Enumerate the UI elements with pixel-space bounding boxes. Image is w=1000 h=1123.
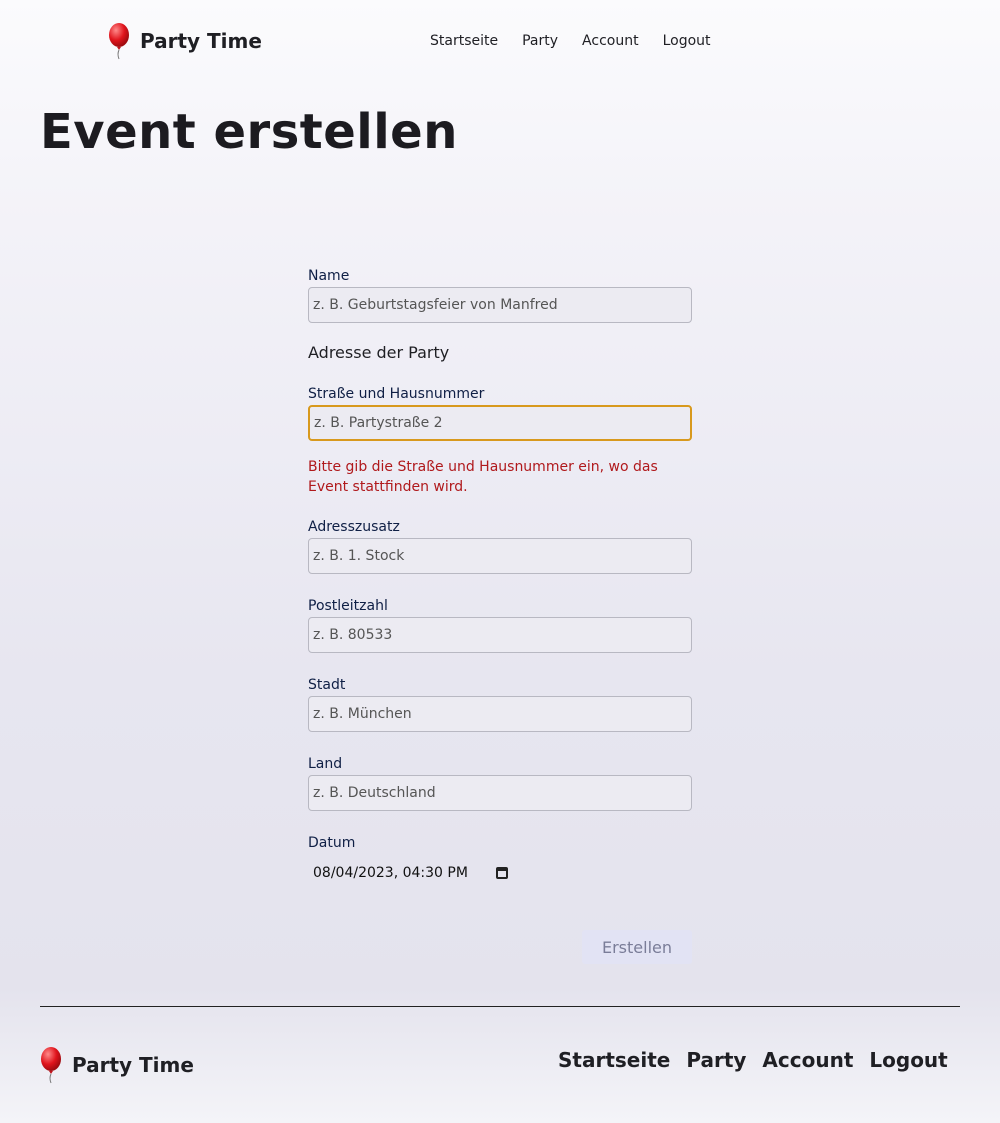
footer-brand[interactable]: Party Time [38,1046,194,1084]
street-input[interactable] [308,405,692,441]
zip-label: Postleitzahl [308,598,388,614]
zip-input[interactable] [308,617,692,653]
footer-nav-party[interactable]: Party [686,1048,746,1072]
street-label: Straße und Hausnummer [308,386,485,402]
address-addition-input[interactable] [308,538,692,574]
balloon-icon [109,23,129,60]
balloon-icon [41,1047,61,1084]
date-value: 08/04/2023, 04:30 PM [313,865,468,881]
calendar-icon[interactable] [495,867,508,879]
brand-name: Party Time [140,29,262,53]
brand-logo-link[interactable]: Party Time [106,22,262,60]
page-title: Event erstellen [40,104,458,160]
city-label: Stadt [308,677,346,693]
name-input[interactable] [308,287,692,323]
nav-account[interactable]: Account [582,33,639,49]
country-label: Land [308,756,343,772]
city-input[interactable] [308,696,692,732]
country-input[interactable] [308,775,692,811]
footer-nav-startseite[interactable]: Startseite [558,1048,670,1072]
street-error-message: Bitte gib die Straße und Hausnummer ein,… [308,459,658,495]
name-label: Name [308,268,350,284]
address-heading: Adresse der Party [308,343,450,362]
footer-nav-logout[interactable]: Logout [869,1048,947,1072]
footer-brand-name: Party Time [72,1053,194,1077]
date-input[interactable]: 08/04/2023, 04:30 PM [308,861,692,885]
nav-logout[interactable]: Logout [663,33,711,49]
footer-nav-account[interactable]: Account [762,1048,853,1072]
site-header: Party Time Startseite Party Account Logo… [0,0,1000,84]
nav-party[interactable]: Party [522,33,558,49]
address-addition-label: Adresszusatz [308,519,400,535]
create-button[interactable]: Erstellen [582,930,692,964]
event-form: Name Adresse der Party Straße und Hausnu… [308,268,692,885]
footer-divider [40,1006,960,1007]
main-nav: Startseite Party Account Logout [430,33,711,49]
footer-nav: Startseite Party Account Logout [558,1048,948,1072]
nav-startseite[interactable]: Startseite [430,33,498,49]
date-label: Datum [308,835,356,851]
